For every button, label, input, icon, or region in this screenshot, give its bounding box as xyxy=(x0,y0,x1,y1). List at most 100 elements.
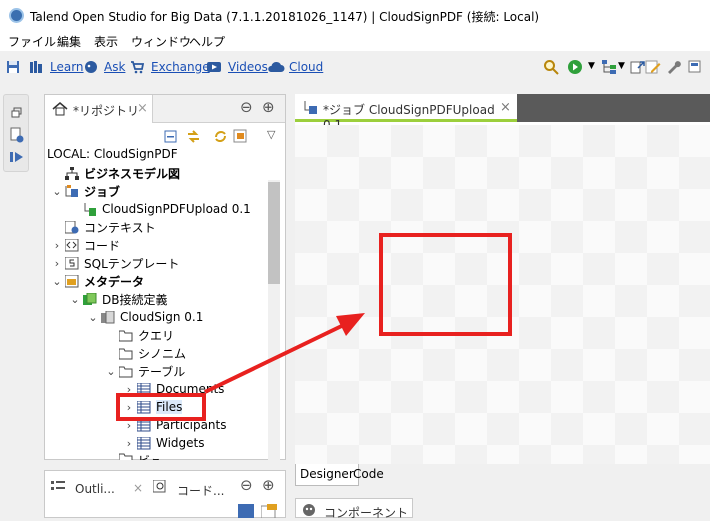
tab-code[interactable]: Code xyxy=(349,464,388,486)
tree-item-label: コード xyxy=(84,238,121,253)
restore-icon[interactable] xyxy=(11,107,22,118)
maximize-icon[interactable]: ⊕ xyxy=(262,476,275,494)
minimize-icon[interactable]: ⊖ xyxy=(240,98,253,116)
close-icon[interactable]: × xyxy=(500,100,511,115)
videos-link[interactable]: Videos xyxy=(228,60,268,74)
close-icon[interactable]: × xyxy=(133,481,143,495)
wrench-icon[interactable] xyxy=(665,59,681,75)
tree-item-label: ビュ xyxy=(138,452,162,460)
connection-label: LOCAL: CloudSignPDF xyxy=(47,147,178,161)
tree-item-job-cloudsignpdfupload[interactable]: CloudSignPDFUpload 0.1 xyxy=(81,200,251,218)
tree-item-synonyms[interactable]: シノニム xyxy=(117,344,186,362)
tree-item-business-model[interactable]: ビジネスモデル図 xyxy=(51,164,180,182)
ask-link[interactable]: Ask xyxy=(104,60,125,74)
expanded-chevron-icon[interactable]: ⌄ xyxy=(69,293,81,306)
title-bar: Talend Open Studio for Big Data (7.1.1.2… xyxy=(0,0,710,31)
repository-scroll-thumb[interactable] xyxy=(268,182,280,284)
outline-filter-icon[interactable] xyxy=(261,504,277,518)
business-model-icon xyxy=(65,166,79,180)
filter-icon[interactable] xyxy=(233,129,248,144)
sql-template-icon xyxy=(65,256,79,269)
run-icon[interactable] xyxy=(567,59,583,75)
job-tab-icon xyxy=(304,101,317,114)
home-icon xyxy=(52,102,68,116)
component-tab-label[interactable]: コンポーネント xyxy=(324,504,408,521)
collapsed-chevron-icon[interactable]: › xyxy=(123,437,135,450)
minimize-icon[interactable]: ⊖ xyxy=(240,476,253,494)
run-dropdown-icon[interactable]: ▼ xyxy=(588,61,595,71)
collapsed-chevron-icon[interactable]: › xyxy=(51,239,63,252)
cloud-icon[interactable] xyxy=(267,60,285,74)
view-menu-icon[interactable]: ▽ xyxy=(267,128,275,141)
folder-icon xyxy=(119,348,133,359)
maximize-icon[interactable]: ⊕ xyxy=(262,98,275,116)
learn-link[interactable]: Learn xyxy=(50,60,84,74)
perspective-icon[interactable] xyxy=(687,59,703,75)
code-icon xyxy=(65,238,79,251)
tree-item-jobs[interactable]: ⌄ ジョブ xyxy=(51,182,120,200)
menu-file[interactable]: ファイル xyxy=(8,33,56,50)
edit-icon[interactable] xyxy=(645,59,661,75)
table-icon xyxy=(137,436,151,449)
outline-panel: Outli... × コード... ⊖ ⊕ xyxy=(44,470,286,518)
tree-item-tables[interactable]: ⌄ テーブル xyxy=(105,362,185,380)
context-icon xyxy=(65,220,79,233)
outline-tab-label[interactable]: Outli... xyxy=(75,482,115,496)
talend-app-icon xyxy=(9,8,24,23)
link-editor-icon[interactable] xyxy=(186,129,201,144)
close-icon[interactable]: × xyxy=(137,101,148,116)
tree-item-code[interactable]: › コード xyxy=(51,236,120,254)
tree-item-context[interactable]: コンテキスト xyxy=(51,218,156,236)
export-icon[interactable] xyxy=(630,59,646,75)
expanded-chevron-icon[interactable]: ⌄ xyxy=(87,311,99,324)
tree-item-views[interactable]: ビュ xyxy=(117,452,162,460)
tree-item-metadata[interactable]: ⌄ メタデータ xyxy=(51,272,144,290)
repository-tab-label: *リポジトリ xyxy=(73,104,140,118)
job-dropdown-icon[interactable]: ▼ xyxy=(618,61,625,71)
database-icon xyxy=(101,310,115,323)
component-icon xyxy=(303,504,315,516)
tree-item-queries[interactable]: クエリ xyxy=(117,326,174,344)
annotation-files-highlight xyxy=(116,393,206,421)
expanded-chevron-icon[interactable]: ⌄ xyxy=(105,365,117,378)
menu-window[interactable]: ウィンドウ xyxy=(131,33,191,50)
debug-run-icon[interactable] xyxy=(10,151,24,163)
outline-view-icon[interactable] xyxy=(238,504,254,518)
folder-icon xyxy=(119,453,133,460)
metadata-icon xyxy=(65,274,79,287)
cloud-link[interactable]: Cloud xyxy=(289,60,323,74)
main-toolbar: Learn Ask Exchange Videos Cloud ▼ ▼ xyxy=(0,52,710,82)
job-folder-icon xyxy=(65,184,78,197)
expanded-chevron-icon[interactable]: ⌄ xyxy=(51,275,63,288)
expanded-chevron-icon[interactable]: ⌄ xyxy=(51,185,63,198)
menu-edit[interactable]: 編集 xyxy=(57,33,81,50)
collapsed-chevron-icon[interactable]: › xyxy=(51,257,63,270)
learn-icon[interactable] xyxy=(29,60,43,74)
tree-item-label: CloudSignPDFUpload 0.1 xyxy=(102,202,251,216)
tree-item-sql-templates[interactable]: › SQLテンプレート xyxy=(51,254,179,272)
job-tree-icon[interactable] xyxy=(601,59,617,75)
tree-item-table-widgets[interactable]: › Widgets xyxy=(123,434,205,452)
checklist-icon[interactable] xyxy=(10,127,24,143)
video-icon[interactable] xyxy=(207,60,221,74)
save-icon[interactable] xyxy=(6,60,20,74)
minimized-view-stack xyxy=(3,94,29,172)
db-connection-icon xyxy=(83,292,97,305)
tab-repository[interactable]: *リポジトリ × xyxy=(45,95,153,123)
tree-item-label: DB接続定義 xyxy=(102,292,168,307)
code-tab-label[interactable]: コード... xyxy=(177,482,224,499)
search-icon[interactable] xyxy=(543,59,559,75)
folder-icon xyxy=(119,330,133,341)
tab-job-cloudsignpdfupload[interactable]: *ジョブ CloudSignPDFUpload 0.1 × xyxy=(295,94,517,132)
menu-view[interactable]: 表示 xyxy=(94,33,118,50)
refresh-icon[interactable] xyxy=(213,129,228,144)
code-viewer-icon xyxy=(153,480,166,493)
tree-item-cloudsign-connection[interactable]: ⌄ CloudSign 0.1 xyxy=(87,308,203,326)
collapse-all-icon[interactable] xyxy=(164,130,178,144)
tree-item-db-connections[interactable]: ⌄ DB接続定義 xyxy=(69,290,167,308)
ask-icon[interactable] xyxy=(84,60,98,74)
exchange-link[interactable]: Exchange xyxy=(151,60,210,74)
editor-bottom-tabs: Designer Code xyxy=(295,464,710,486)
cart-icon[interactable] xyxy=(130,60,144,74)
menu-help[interactable]: ヘルプ xyxy=(189,33,225,50)
